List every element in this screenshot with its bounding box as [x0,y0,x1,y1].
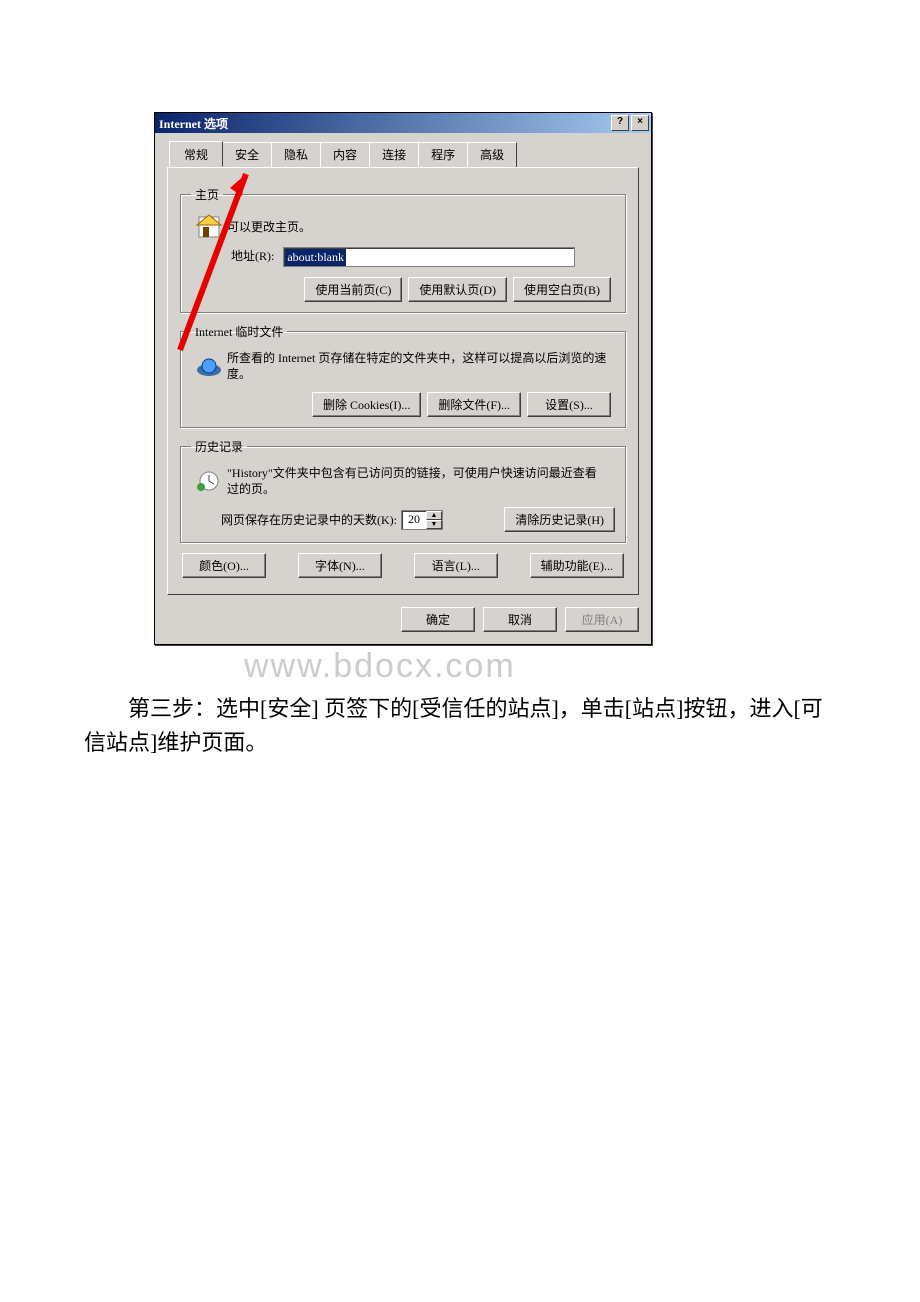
homepage-legend: 主页 [191,186,223,203]
history-group: 历史记录 "History"文件夹中包含有已访问页的链接，可使用户快速访问最近查… [180,438,626,543]
temp-desc: 所查看的 Internet 页存储在特定的文件夹中，这样可以提高以后浏览的速度。 [227,350,607,382]
delete-files-button[interactable]: 删除文件(F)... [427,392,521,417]
fonts-button[interactable]: 字体(N)... [298,553,382,578]
temp-legend: Internet 临时文件 [191,323,287,340]
tab-privacy[interactable]: 隐私 [271,142,321,168]
history-days-spinner[interactable]: 20 ▲ ▼ [401,510,443,530]
ok-button[interactable]: 确定 [401,607,475,632]
use-default-button[interactable]: 使用默认页(D) [408,277,507,302]
spinner-down-icon[interactable]: ▼ [426,520,442,529]
address-value: about:blank [285,249,346,266]
help-button[interactable]: ? [611,115,629,131]
history-days-value: 20 [402,511,426,529]
colors-button[interactable]: 颜色(O)... [182,553,266,578]
use-current-button[interactable]: 使用当前页(C) [304,277,402,302]
tab-panel-general: 主页 可以更改主页。 地址(R): about:blank 使用当前页(C) 使… [167,167,639,595]
tab-security[interactable]: 安全 [222,142,272,168]
apply-button[interactable]: 应用(A) [565,607,639,632]
tab-connections[interactable]: 连接 [369,142,419,168]
address-label: 地址(R): [231,249,274,263]
languages-button[interactable]: 语言(L)... [414,553,498,578]
history-legend: 历史记录 [191,438,247,455]
dialog-title: Internet 选项 [155,115,611,132]
delete-cookies-button[interactable]: 删除 Cookies(I)... [312,392,421,417]
history-days-label: 网页保存在历史记录中的天数(K): [221,511,397,528]
history-desc: "History"文件夹中包含有已访问页的链接，可使用户快速访问最近查看过的页。 [227,465,607,497]
cancel-button[interactable]: 取消 [483,607,557,632]
temp-files-group: Internet 临时文件 所查看的 Internet 页存储在特定的文件夹中，… [180,323,626,428]
dialog-body: 常规 安全 隐私 内容 连接 程序 高级 主页 可以更改主页。 [155,133,651,599]
history-icon [191,469,227,493]
homepage-group: 主页 可以更改主页。 地址(R): about:blank 使用当前页(C) 使… [180,186,626,313]
tab-content[interactable]: 内容 [320,142,370,168]
homepage-desc: 可以更改主页。 [227,219,311,235]
watermark-text: www.bdocx.com [244,647,920,686]
settings-button[interactable]: 设置(S)... [527,392,611,417]
spinner-up-icon[interactable]: ▲ [426,511,442,520]
title-bar[interactable]: Internet 选项 ? × [155,113,651,133]
close-button[interactable]: × [631,115,649,131]
internet-options-dialog: Internet 选项 ? × 常规 安全 隐私 内容 连接 程序 高级 主页 [154,112,652,645]
tab-programs[interactable]: 程序 [418,142,468,168]
use-blank-button[interactable]: 使用空白页(B) [513,277,611,302]
dialog-button-row: 确定 取消 应用(A) [155,599,651,644]
clear-history-button[interactable]: 清除历史记录(H) [504,507,615,532]
tab-advanced[interactable]: 高级 [467,142,517,168]
address-input[interactable]: about:blank [283,247,575,267]
temp-files-icon [191,354,227,378]
tab-strip: 常规 安全 隐私 内容 连接 程序 高级 [169,141,639,167]
instruction-text: 第三步：选中[安全] 页签下的[受信任的站点]，单击[站点]按钮，进入[可信站点… [84,692,844,760]
tab-general[interactable]: 常规 [169,141,223,167]
accessibility-button[interactable]: 辅助功能(E)... [530,553,624,578]
home-icon [191,213,227,241]
